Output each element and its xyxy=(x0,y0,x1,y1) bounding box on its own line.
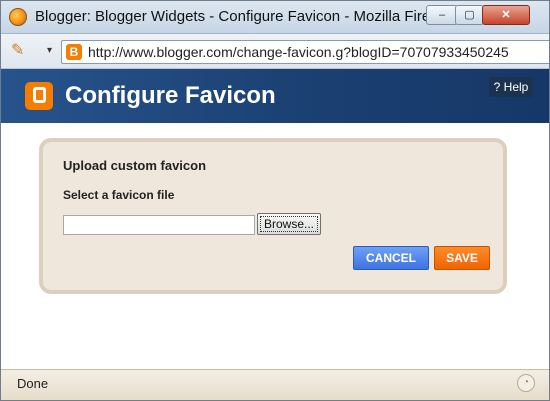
firefox-icon xyxy=(9,8,27,26)
save-button[interactable]: SAVE xyxy=(434,246,490,270)
url-field[interactable]: B http://www.blogger.com/change-favicon.… xyxy=(61,40,549,64)
blogger-logo-mark xyxy=(33,87,46,103)
resize-grip-icon[interactable]: ◔ xyxy=(517,374,535,392)
upload-panel: Upload custom favicon Select a favicon f… xyxy=(39,138,507,294)
blogger-icon: B xyxy=(66,44,82,60)
window-title: Blogger: Blogger Widgets - Configure Fav… xyxy=(35,8,451,25)
pencil-icon[interactable]: ✎ xyxy=(11,43,31,59)
status-bar: Done ◔ xyxy=(1,369,549,400)
blogger-header: Configure Favicon ? Help xyxy=(1,69,549,123)
address-bar-row: ✎ ▾ B http://www.blogger.com/change-favi… xyxy=(1,34,549,69)
close-button[interactable]: ✕ xyxy=(482,5,530,25)
url-text: http://www.blogger.com/change-favicon.g?… xyxy=(88,44,509,60)
cancel-button[interactable]: CANCEL xyxy=(353,246,429,270)
browse-button[interactable]: Browse... xyxy=(257,213,321,235)
title-bar: Blogger: Blogger Widgets - Configure Fav… xyxy=(1,1,549,34)
help-link[interactable]: ? Help xyxy=(489,77,533,97)
file-label: Select a favicon file xyxy=(63,188,175,202)
status-text: Done xyxy=(17,376,49,391)
page-title: Configure Favicon xyxy=(65,82,276,109)
chevron-down-icon[interactable]: ▾ xyxy=(47,45,52,56)
browser-window: Blogger: Blogger Widgets - Configure Fav… xyxy=(0,0,550,401)
minimize-button[interactable]: – xyxy=(426,5,458,25)
maximize-button[interactable]: ▢ xyxy=(455,5,484,25)
file-path-input[interactable] xyxy=(63,215,255,235)
main-content: Upload custom favicon Select a favicon f… xyxy=(1,123,549,369)
section-title: Upload custom favicon xyxy=(63,158,207,173)
blogger-logo-icon xyxy=(25,82,53,110)
